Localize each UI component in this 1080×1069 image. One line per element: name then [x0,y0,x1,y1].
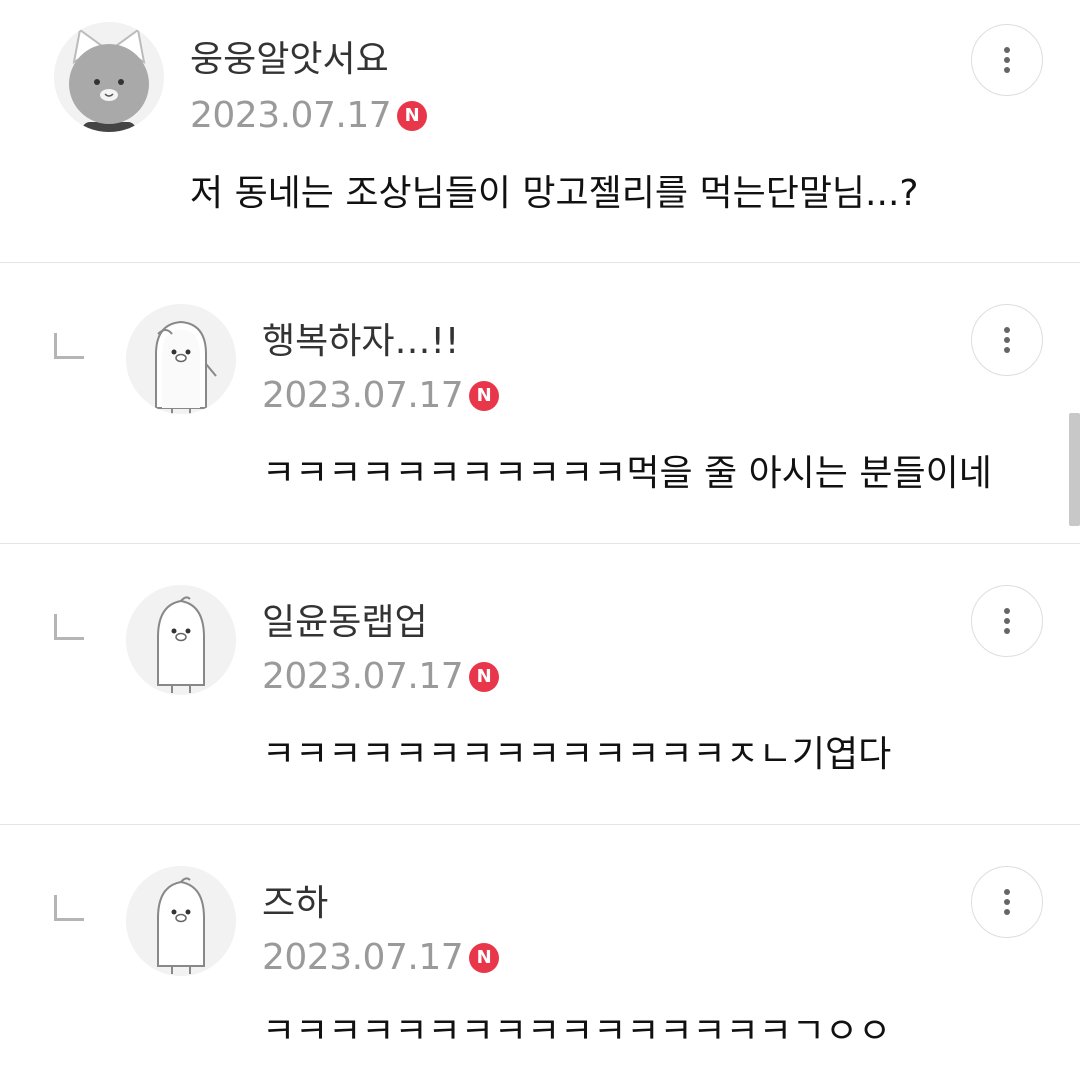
more-dot-icon [1004,347,1010,353]
more-dot-icon [1004,327,1010,333]
more-dot-icon [1004,899,1010,905]
reply-arrow-icon [54,333,84,359]
reply-arrow-icon [54,895,84,921]
more-options-button[interactable] [971,24,1043,96]
comment-item: 웅웅알앗서요 2023.07.17 N 저 동네는 조상님들이 망고젤리를 먹는… [0,0,1080,262]
scrollbar[interactable] [1069,413,1080,526]
nickname[interactable]: 행복하자…!! [262,320,459,364]
reply-comment-item: 일윤동랩업 2023.07.17 N ㅋㅋㅋㅋㅋㅋㅋㅋㅋㅋㅋㅋㅋㅋㅈㄴ기엽다 [0,544,1080,824]
date-row: 2023.07.17 N [262,375,500,416]
comment-date: 2023.07.17 [190,95,392,136]
new-badge: N [469,662,500,692]
penguin-avatar-icon[interactable] [126,585,236,695]
comment-text: ㅋㅋㅋㅋㅋㅋㅋㅋㅋㅋㅋㅋㅋㅋㅈㄴ기엽다 [262,734,892,775]
more-options-button[interactable] [971,304,1043,376]
more-dot-icon [1004,618,1010,624]
comment-text: ㅋㅋㅋㅋㅋㅋㅋㅋㅋㅋㅋ먹을 줄 아시는 분들이네 [262,453,992,494]
nickname[interactable]: 일윤동랩업 [262,601,428,645]
penguin-avatar-icon[interactable] [126,866,236,976]
new-badge: N [469,943,500,973]
date-row: 2023.07.17 N [262,656,500,697]
comment-date: 2023.07.17 [262,375,464,416]
reply-arrow-icon [54,614,84,640]
penguin-waving-avatar-icon[interactable] [126,304,236,414]
more-dot-icon [1004,889,1010,895]
reply-comment-item: 즈하 2023.07.17 N ㅋㅋㅋㅋㅋㅋㅋㅋㅋㅋㅋㅋㅋㅋㅋㅋㄱㅇㅇ [0,825,1080,1069]
nickname[interactable]: 즈하 [262,882,328,926]
comment-text: 저 동네는 조상님들이 망고젤리를 먹는단말님...? [190,173,919,214]
new-badge: N [469,381,500,411]
more-options-button[interactable] [971,585,1043,657]
nickname[interactable]: 웅웅알앗서요 [190,38,389,82]
more-options-button[interactable] [971,866,1043,938]
more-dot-icon [1004,909,1010,915]
more-dot-icon [1004,57,1010,63]
reply-comment-item: 행복하자…!! 2023.07.17 N ㅋㅋㅋㅋㅋㅋㅋㅋㅋㅋㅋ먹을 줄 아시는… [0,263,1080,543]
more-dot-icon [1004,67,1010,73]
comment-date: 2023.07.17 [262,656,464,697]
cat-avatar-icon[interactable] [54,22,164,132]
more-dot-icon [1004,608,1010,614]
more-dot-icon [1004,47,1010,53]
more-dot-icon [1004,628,1010,634]
new-badge: N [397,101,428,131]
more-dot-icon [1004,337,1010,343]
comment-text: ㅋㅋㅋㅋㅋㅋㅋㅋㅋㅋㅋㅋㅋㅋㅋㅋㄱㅇㅇ [262,1011,892,1052]
date-row: 2023.07.17 N [262,937,500,978]
comment-date: 2023.07.17 [262,937,464,978]
date-row: 2023.07.17 N [190,95,428,136]
